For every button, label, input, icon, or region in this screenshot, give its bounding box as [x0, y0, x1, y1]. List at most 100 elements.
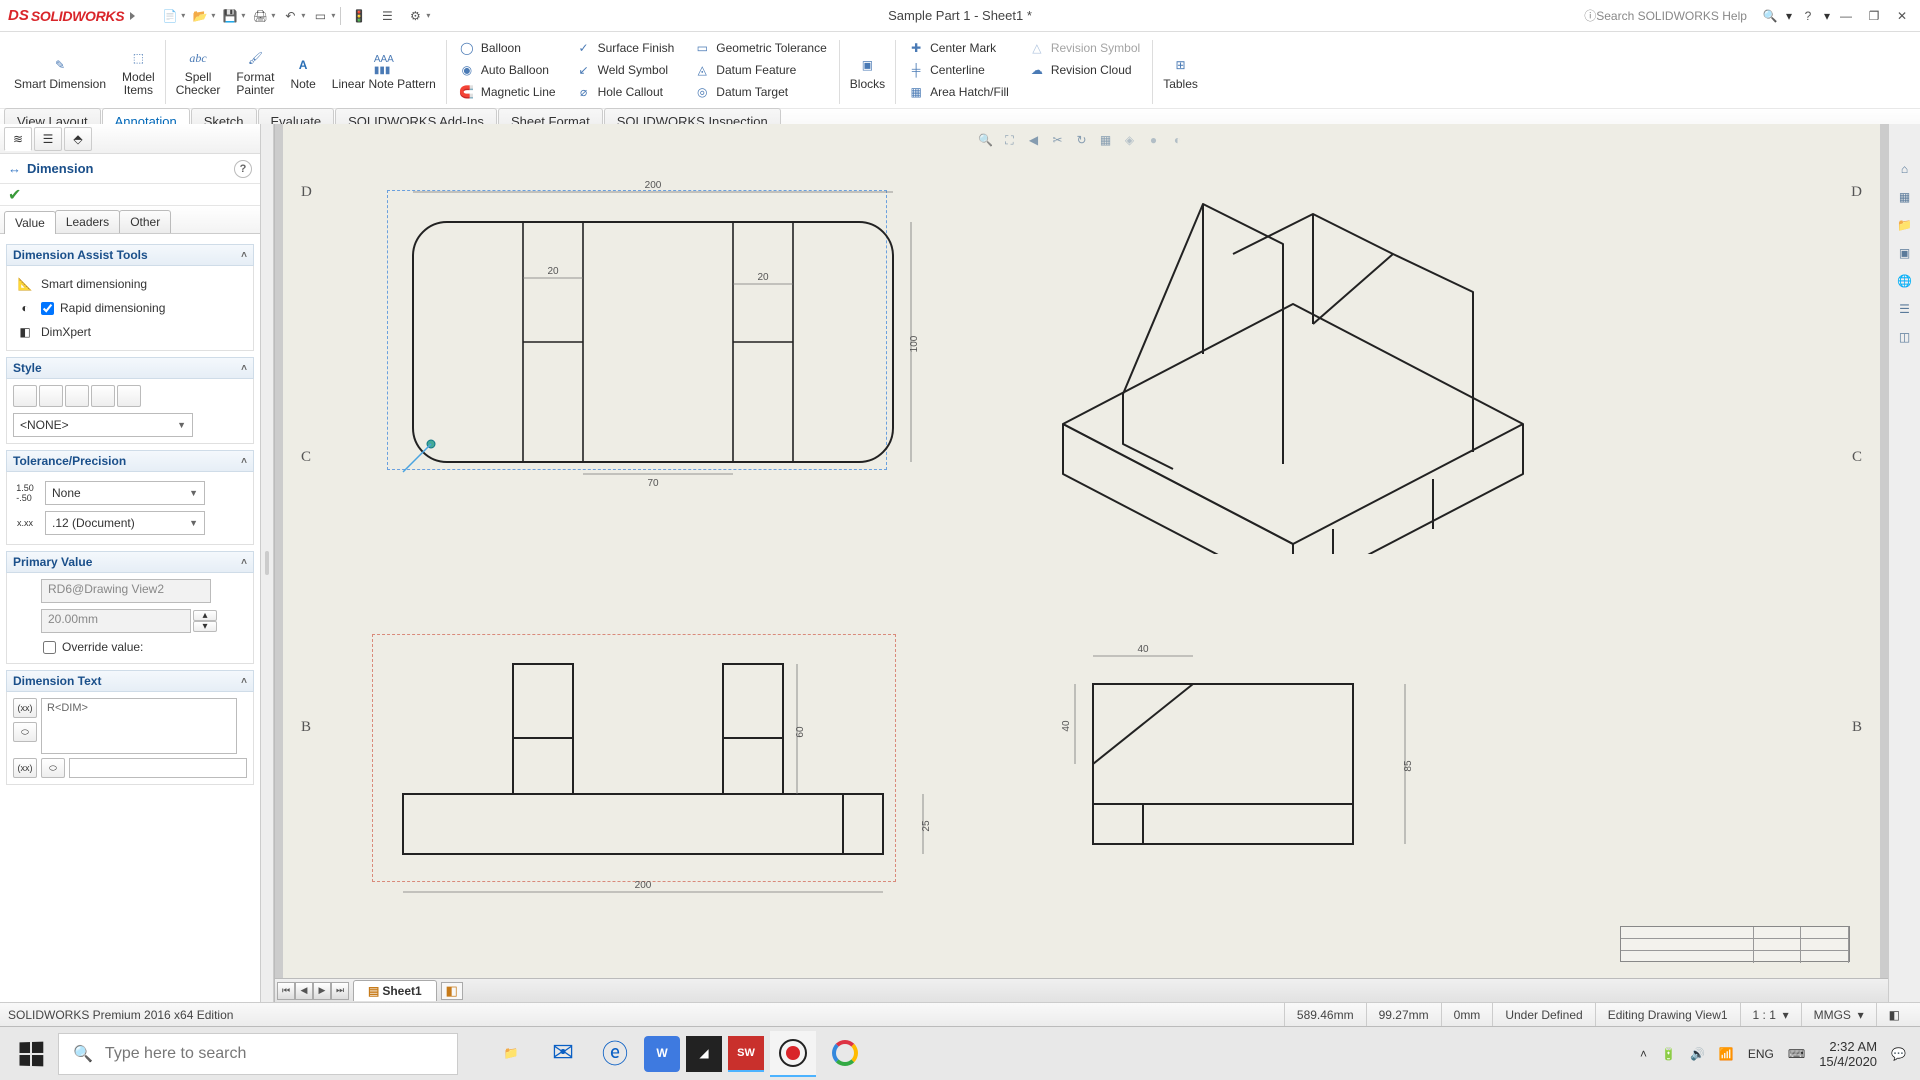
tab-other[interactable]: Other: [119, 210, 171, 233]
override-checkbox[interactable]: [43, 641, 56, 654]
drawing-view-side[interactable]: 40 40 85: [1053, 634, 1473, 894]
options-tree-button[interactable]: ☰: [374, 3, 400, 29]
feature-manager-tab-icon[interactable]: ≋: [4, 127, 32, 151]
text-inspect-button[interactable]: ⬭: [13, 722, 37, 742]
note-button[interactable]: ANote: [282, 36, 323, 108]
scale-label[interactable]: 1 : 1 ▾: [1740, 1003, 1801, 1026]
view-palette-icon[interactable]: ▣: [1894, 242, 1916, 264]
style-dropdown[interactable]: <NONE>▼: [13, 413, 193, 437]
drawing-view-front[interactable]: 60 25 200: [383, 644, 943, 904]
library-icon[interactable]: 📁: [1894, 214, 1916, 236]
units-label[interactable]: MMGS ▾: [1801, 1003, 1876, 1026]
custom-props-icon[interactable]: ☰: [1894, 298, 1916, 320]
app-menu-dropdown-icon[interactable]: [130, 12, 135, 20]
magnetic-line-button[interactable]: 🧲Magnetic Line: [455, 82, 560, 102]
solidworks-taskbar-icon[interactable]: SW: [728, 1036, 764, 1072]
linear-note-pattern-button[interactable]: AAA▮▮▮Linear Note Pattern: [324, 36, 444, 108]
add-sheet-button[interactable]: ◧: [441, 982, 463, 1000]
configuration-tab-icon[interactable]: ⬘: [64, 127, 92, 151]
surface-finish-button[interactable]: ✓Surface Finish: [572, 38, 679, 58]
revision-cloud-button[interactable]: ☁Revision Cloud: [1025, 60, 1144, 80]
mail-icon[interactable]: ✉: [540, 1031, 586, 1077]
style-btn-2[interactable]: [39, 385, 63, 407]
tab-leaders[interactable]: Leaders: [55, 210, 120, 233]
close-button[interactable]: ✕: [1890, 4, 1914, 28]
sheet-tab[interactable]: ▤Sheet1: [353, 980, 437, 1001]
spell-checker-button[interactable]: abcSpell Checker: [168, 36, 229, 108]
tolerance-type-dropdown[interactable]: None▼: [45, 481, 205, 505]
title-block[interactable]: [1620, 926, 1850, 962]
sheet-last-button[interactable]: ⏭: [331, 982, 349, 1000]
property-manager-tab-icon[interactable]: ☰: [34, 127, 62, 151]
tray-overflow-icon[interactable]: ˄: [1640, 1047, 1647, 1061]
recorder-icon[interactable]: [770, 1031, 816, 1077]
datum-target-button[interactable]: ◎Datum Target: [690, 82, 831, 102]
rebuild-button[interactable]: 🚦: [346, 3, 372, 29]
help-search[interactable]: ⓘ Search SOLIDWORKS Help: [1577, 4, 1754, 27]
new-button[interactable]: 📄: [157, 3, 183, 29]
clock[interactable]: 2:32 AM 15/4/2020: [1819, 1039, 1877, 1069]
chrome-icon[interactable]: [822, 1031, 868, 1077]
model-items-button[interactable]: ⬚Model Items: [114, 36, 163, 108]
text-above-button[interactable]: (xx): [13, 698, 37, 718]
style-btn-4[interactable]: [91, 385, 115, 407]
home-icon[interactable]: ⌂: [1894, 158, 1916, 180]
smart-dimension-button[interactable]: ✎Smart Dimension: [6, 36, 114, 108]
restore-button[interactable]: ❐: [1862, 4, 1886, 28]
format-painter-button[interactable]: 🖌Format Painter: [228, 36, 282, 108]
options-button[interactable]: ⚙: [402, 3, 428, 29]
file-explorer-icon[interactable]: 📁: [488, 1031, 534, 1077]
wifi-icon[interactable]: 📶: [1719, 1047, 1734, 1061]
center-mark-button[interactable]: ✚Center Mark: [904, 38, 1013, 58]
style-btn-5[interactable]: [117, 385, 141, 407]
drawing-view-top[interactable]: 200 20 20 70 100: [383, 174, 923, 494]
smart-dimensioning-item[interactable]: 📐Smart dimensioning: [13, 272, 247, 296]
value-down-button[interactable]: ▾: [193, 621, 217, 632]
value-up-button[interactable]: ▴: [193, 610, 217, 621]
tab-value[interactable]: Value: [4, 211, 56, 234]
rapid-dimensioning-checkbox[interactable]: [41, 302, 54, 315]
app-icon[interactable]: ◢: [686, 1036, 722, 1072]
sheet-next-button[interactable]: ▶: [313, 982, 331, 1000]
dimxpert-item[interactable]: ◧DimXpert: [13, 320, 247, 344]
dimension-text-field[interactable]: R<DIM>: [41, 698, 237, 754]
appearances-icon[interactable]: 🌐: [1894, 270, 1916, 292]
hide-show-icon[interactable]: ◈: [1119, 130, 1141, 150]
blocks-button[interactable]: ▣Blocks: [842, 36, 893, 108]
area-hatch-button[interactable]: ▦Area Hatch/Fill: [904, 82, 1013, 102]
geometric-tolerance-button[interactable]: ▭Geometric Tolerance: [690, 38, 831, 58]
status-extra-icon[interactable]: ◧: [1876, 1003, 1912, 1026]
edge-icon[interactable]: ⓔ: [592, 1031, 638, 1077]
select-button[interactable]: ▭: [307, 3, 333, 29]
zoom-area-icon[interactable]: ⛶: [999, 130, 1021, 150]
forum-icon[interactable]: ◫: [1894, 326, 1916, 348]
rotate-icon[interactable]: ↻: [1071, 130, 1093, 150]
help-button[interactable]: ?: [1796, 4, 1820, 28]
section-view-icon[interactable]: ✂: [1047, 130, 1069, 150]
language-indicator[interactable]: ENG: [1748, 1047, 1774, 1061]
minimize-button[interactable]: —: [1834, 4, 1858, 28]
zoom-fit-icon[interactable]: 🔍: [975, 130, 997, 150]
display-style-icon[interactable]: ▦: [1095, 130, 1117, 150]
help-icon[interactable]: ?: [234, 160, 252, 178]
balloon-button[interactable]: ◯Balloon: [455, 38, 560, 58]
text-below-button[interactable]: (xx): [13, 758, 37, 778]
auto-balloon-button[interactable]: ◉Auto Balloon: [455, 60, 560, 80]
weld-symbol-button[interactable]: ↙Weld Symbol: [572, 60, 679, 80]
ok-button[interactable]: ✔: [8, 185, 21, 205]
scene-icon[interactable]: ◐: [1167, 130, 1189, 150]
start-button[interactable]: [4, 1031, 58, 1077]
battery-icon[interactable]: 🔋: [1661, 1047, 1676, 1061]
resources-icon[interactable]: ▦: [1894, 186, 1916, 208]
prev-view-icon[interactable]: ◀: [1023, 130, 1045, 150]
open-button[interactable]: 📂: [187, 3, 213, 29]
search-icon[interactable]: 🔍: [1758, 4, 1782, 28]
drawing-view-iso[interactable]: [1003, 134, 1543, 554]
hole-callout-button[interactable]: ⌀Hole Callout: [572, 82, 679, 102]
dimension-value-field[interactable]: 20.00mm: [41, 609, 191, 633]
sheet-prev-button[interactable]: ◀: [295, 982, 313, 1000]
wps-icon[interactable]: W: [644, 1036, 680, 1072]
save-button[interactable]: 💾: [217, 3, 243, 29]
datum-feature-button[interactable]: ◬Datum Feature: [690, 60, 831, 80]
precision-dropdown[interactable]: .12 (Document)▼: [45, 511, 205, 535]
